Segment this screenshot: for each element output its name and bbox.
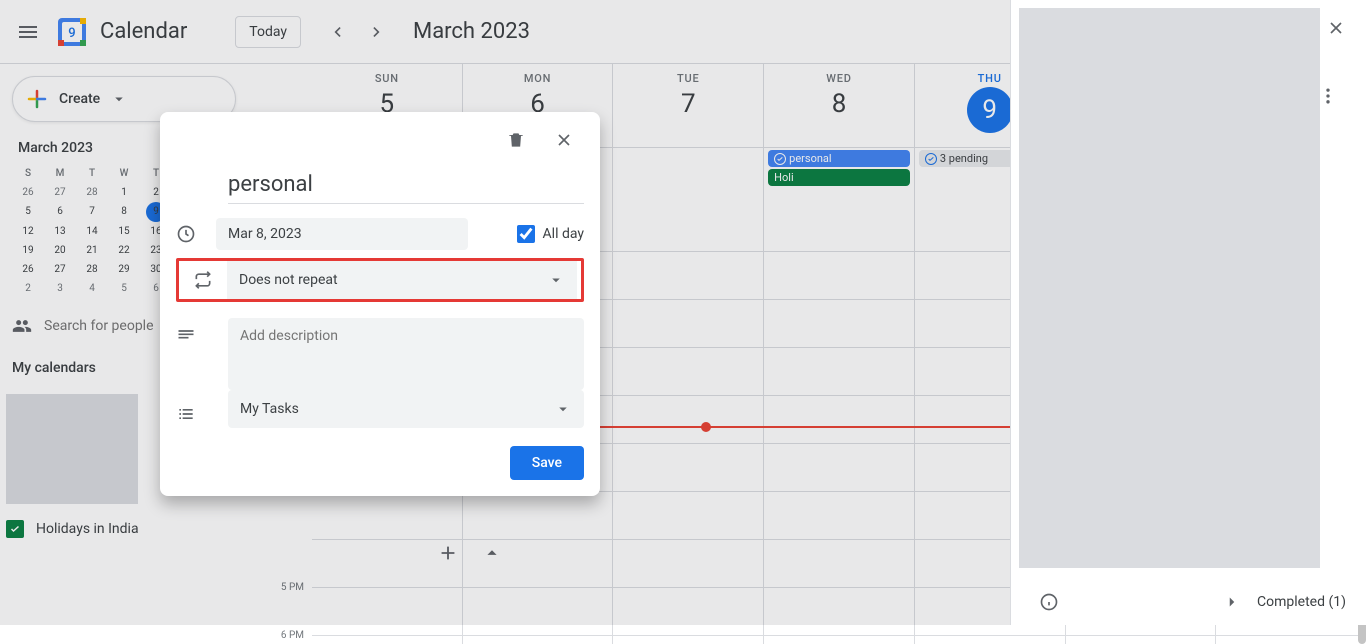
description-input[interactable] [240, 328, 572, 360]
panel-content-placeholder [1019, 8, 1320, 568]
list-icon [176, 404, 196, 424]
hour-slot[interactable] [312, 636, 462, 644]
trash-icon [506, 130, 526, 150]
delete-button[interactable] [496, 120, 536, 160]
repeat-value: Does not repeat [239, 272, 338, 288]
repeat-icon [193, 270, 213, 290]
allday-checkbox[interactable] [517, 225, 535, 243]
more-vert-icon [1318, 86, 1338, 106]
repeat-selector-highlighted[interactable]: Does not repeat [176, 258, 584, 302]
save-button[interactable]: Save [510, 446, 584, 480]
close-icon [554, 130, 574, 150]
completed-label[interactable]: Completed (1) [1257, 594, 1346, 610]
description-icon [176, 326, 196, 346]
close-panel-button[interactable] [1316, 8, 1356, 48]
dropdown-icon [554, 400, 572, 418]
dropdown-icon [547, 271, 565, 289]
close-button[interactable] [544, 120, 584, 160]
allday-toggle[interactable]: All day [517, 225, 584, 243]
task-list-value: My Tasks [240, 401, 299, 417]
task-list-selector[interactable]: My Tasks [228, 390, 584, 428]
panel-footer: Completed (1) [1011, 577, 1366, 625]
allday-label: All day [543, 226, 584, 242]
close-icon [1326, 18, 1346, 38]
date-picker[interactable]: Mar 8, 2023 [216, 218, 468, 250]
hour-slot[interactable] [1216, 636, 1366, 644]
tasks-side-panel: Completed (1) [1010, 0, 1366, 625]
hour-slot[interactable] [463, 636, 613, 644]
task-title-input[interactable] [228, 168, 584, 204]
hour-slot[interactable] [613, 636, 763, 644]
chevron-right-icon[interactable] [1223, 593, 1241, 611]
hour-slot[interactable] [1066, 636, 1216, 644]
task-create-modal: Mar 8, 2023 All day Does not repeat My T… [160, 112, 600, 496]
hour-slot[interactable] [915, 636, 1065, 644]
clock-icon [176, 224, 196, 244]
info-icon [1039, 592, 1059, 612]
hour-slot[interactable] [764, 636, 914, 644]
